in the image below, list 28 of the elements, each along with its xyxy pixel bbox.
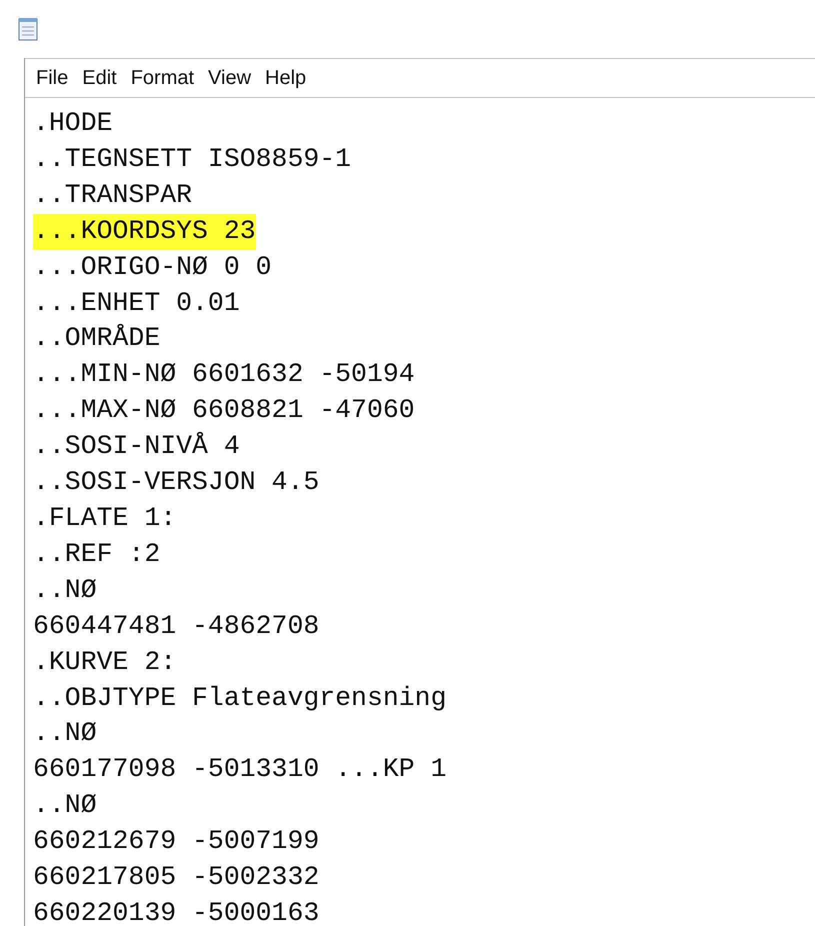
text-line: .HODE (33, 107, 113, 140)
menu-item[interactable]: Format (124, 62, 202, 94)
text-line: 660177098 -5013310 ...KP 1 (33, 753, 446, 786)
text-line: ...ORIGO-NØ 0 0 (33, 250, 272, 284)
text-line: ..SOSI-NIVÅ 4 (33, 430, 240, 464)
text-line: ..NØ (33, 717, 97, 750)
text-line: ...MIN-NØ 6601632 -50194 (33, 358, 415, 392)
text-line: 660447481 -4862708 (33, 610, 320, 643)
text-line: ..NØ (33, 789, 97, 822)
text-line: ..NØ (33, 574, 97, 607)
text-line: ..OMRÅDE (33, 322, 160, 356)
text-line: ..TRANSPAR (33, 178, 192, 212)
text-line: .KURVE 2: (33, 646, 176, 679)
menu-item[interactable]: Edit (75, 62, 124, 94)
text-line: ..OBJTYPE Flateavgrensning (33, 682, 446, 714)
text-line: ..SOSI-VERSJON 4.5 (33, 466, 320, 500)
text-line: ...ENHET 0.01 (33, 286, 240, 320)
menu-item[interactable]: File (29, 62, 76, 94)
text-line: ..REF :2 (33, 538, 160, 571)
text-line: 660217805 -5002332 (33, 861, 320, 894)
text-line: ..TEGNSETT ISO8859-1 (33, 142, 352, 176)
notepad-icon[interactable] (18, 17, 38, 41)
menu-item[interactable]: Help (258, 62, 314, 94)
text-line: .FLATE 1: (33, 502, 176, 535)
text-line: ...MAX-NØ 6608821 -47060 (33, 394, 415, 428)
text-line: 660212679 -5007199 (33, 825, 320, 858)
text-line: 660220139 -5000163 (33, 896, 320, 926)
menu-item[interactable]: View (201, 62, 258, 94)
